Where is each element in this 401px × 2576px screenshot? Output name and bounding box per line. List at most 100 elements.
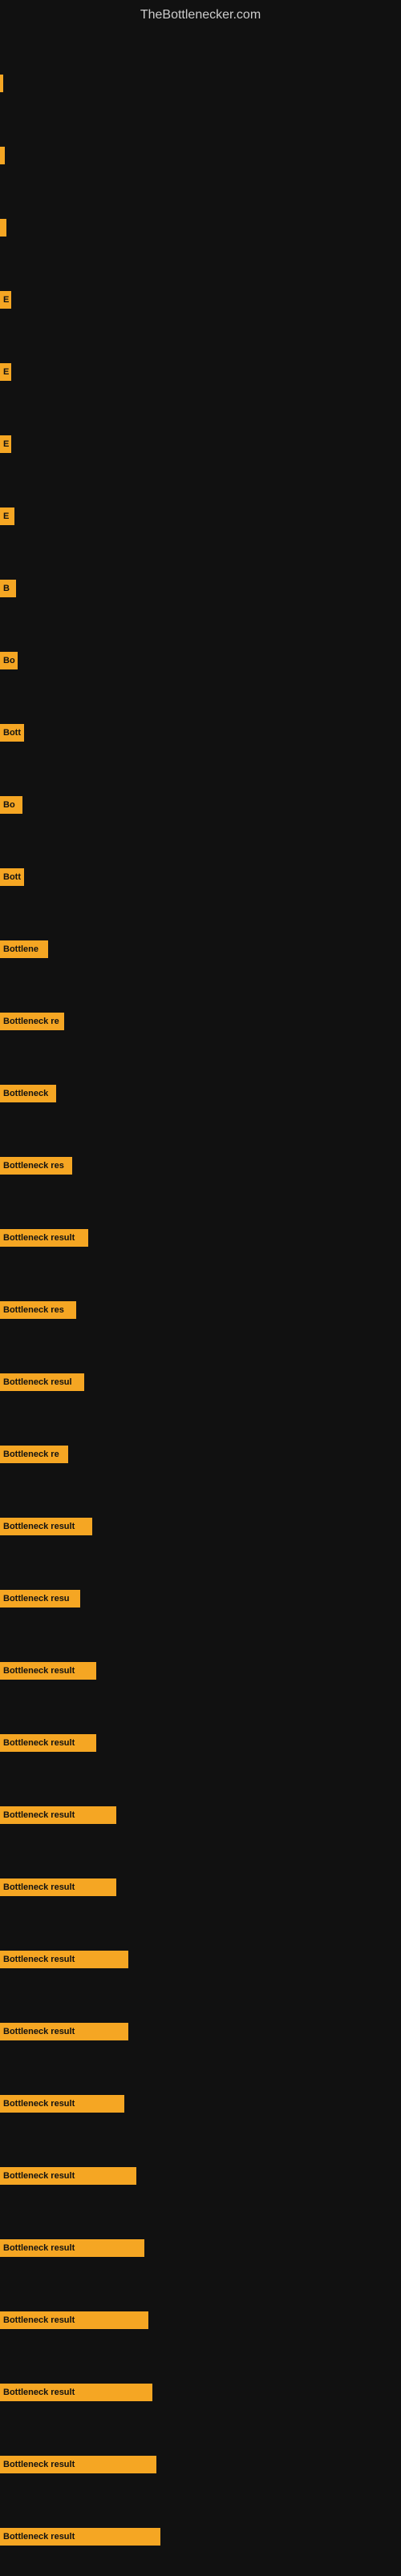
bar-row: Bottleneck re	[0, 1013, 64, 1030]
bar-row: Bo	[0, 652, 18, 669]
site-title: TheBottlenecker.com	[0, 0, 401, 26]
bar-row: E	[0, 363, 11, 381]
bar-label: Bottleneck result	[3, 1666, 75, 1676]
bar-label: Bottleneck result	[3, 1955, 75, 1964]
bar: E	[0, 435, 11, 453]
bar: Bottleneck result	[0, 2311, 148, 2329]
bar: Bottleneck result	[0, 1662, 96, 1680]
bar-row: Bottleneck resu	[0, 1590, 80, 1607]
bar-row: Bottleneck result	[0, 1229, 88, 1247]
bar-label: Bottleneck result	[3, 2460, 75, 2469]
bar: Bottleneck res	[0, 1301, 76, 1319]
bar-row: Bo	[0, 796, 22, 814]
bar-label: Bottleneck result	[3, 1810, 75, 1820]
bar-row: Bottleneck result	[0, 2528, 160, 2546]
bar-label: B	[3, 584, 10, 593]
bar: Bottleneck	[0, 1085, 56, 1102]
bar-label: Bottleneck result	[3, 1882, 75, 1892]
bar: Bottleneck re	[0, 1013, 64, 1030]
bar: Bo	[0, 796, 22, 814]
bar-row: Bottleneck res	[0, 1157, 72, 1175]
bar: Bottleneck resul	[0, 1373, 84, 1391]
bar-label: Bottleneck resul	[3, 1377, 72, 1387]
bar: Bottleneck resu	[0, 1590, 80, 1607]
bar-row: Bottleneck result	[0, 2023, 128, 2040]
bar: Bottleneck result	[0, 1951, 128, 1968]
bar: Bott	[0, 724, 24, 742]
bar: Bottleneck result	[0, 2239, 144, 2257]
bar: Bottleneck result	[0, 2095, 124, 2113]
bar-label: E	[3, 512, 9, 521]
bar-row: E	[0, 291, 11, 309]
bar-label: Bottleneck result	[3, 2388, 75, 2397]
bar-label: Bottleneck res	[3, 1305, 64, 1315]
bar-label: Bottleneck result	[3, 2315, 75, 2325]
bar	[0, 75, 3, 92]
bar	[0, 219, 6, 237]
bar-row: Bottlene	[0, 940, 48, 958]
bar	[0, 147, 5, 164]
bar-row: Bottleneck result	[0, 2384, 152, 2401]
bar-label: Bottleneck re	[3, 1450, 59, 1459]
bar-row: E	[0, 435, 11, 453]
bar: E	[0, 291, 11, 309]
bar: Bottlene	[0, 940, 48, 958]
bar-label: Bottleneck res	[3, 1161, 64, 1171]
bar-row: Bottleneck result	[0, 1806, 116, 1824]
bar-row: Bottleneck result	[0, 1662, 96, 1680]
bar-label: Bottleneck result	[3, 1233, 75, 1243]
bar: Bo	[0, 652, 18, 669]
chart-area: E E E E B Bo Bott Bo Bott Bottlene Bottleneck re Bo…	[0, 26, 401, 2576]
bar-label: Bott	[3, 728, 21, 738]
bar-label: Bottleneck resu	[3, 1594, 70, 1603]
bar: Bottleneck result	[0, 2528, 160, 2546]
bar: Bottleneck result	[0, 2023, 128, 2040]
bar-row: Bottleneck result	[0, 1734, 96, 1752]
bar-row	[0, 147, 5, 164]
bar: Bottleneck result	[0, 1878, 116, 1896]
bar-label: Bo	[3, 800, 15, 810]
bar: Bottleneck res	[0, 1157, 72, 1175]
bar-label: E	[3, 295, 9, 305]
bar-row: Bottleneck result	[0, 2095, 124, 2113]
bar-label: Bottleneck result	[3, 1522, 75, 1531]
bar-row: Bottleneck result	[0, 2456, 156, 2473]
bar: Bottleneck result	[0, 2167, 136, 2185]
bar-label: E	[3, 367, 9, 377]
bar-label: Bottleneck result	[3, 2243, 75, 2253]
bar: E	[0, 363, 11, 381]
bar-row: Bottleneck	[0, 1085, 56, 1102]
bar: Bottleneck result	[0, 1229, 88, 1247]
bar-row: Bottleneck re	[0, 1446, 68, 1463]
bar-label: Bottleneck result	[3, 2532, 75, 2542]
bar-row: Bottleneck res	[0, 1301, 76, 1319]
bar-row: Bottleneck result	[0, 2311, 148, 2329]
bar-label: E	[3, 439, 9, 449]
bar-row: Bottleneck resul	[0, 1373, 84, 1391]
bar-label: Bottleneck result	[3, 1738, 75, 1748]
bar-label: Bottleneck re	[3, 1017, 59, 1026]
bar-label: Bottleneck result	[3, 2027, 75, 2036]
bar-row: Bottleneck result	[0, 1518, 92, 1535]
bar-row: Bott	[0, 724, 24, 742]
bar-row: Bottleneck result	[0, 2167, 136, 2185]
bar-row	[0, 219, 6, 237]
bar-row	[0, 75, 3, 92]
bar-label: Bottlene	[3, 944, 38, 954]
bar-label: Bo	[3, 656, 15, 665]
bar-row: Bottleneck result	[0, 2239, 144, 2257]
bar-label: Bottleneck result	[3, 2099, 75, 2109]
bar: Bottleneck result	[0, 2456, 156, 2473]
bar-row: Bott	[0, 868, 24, 886]
bar-label: Bottleneck	[3, 1089, 48, 1098]
bar: Bottleneck result	[0, 1518, 92, 1535]
bar-row: Bottleneck result	[0, 1878, 116, 1896]
bar: E	[0, 508, 14, 525]
bar: Bottleneck re	[0, 1446, 68, 1463]
bar: Bottleneck result	[0, 2384, 152, 2401]
bar: Bott	[0, 868, 24, 886]
bar: Bottleneck result	[0, 1806, 116, 1824]
bar-row: Bottleneck result	[0, 1951, 128, 1968]
bar-row: E	[0, 508, 14, 525]
bar-label: Bott	[3, 872, 21, 882]
